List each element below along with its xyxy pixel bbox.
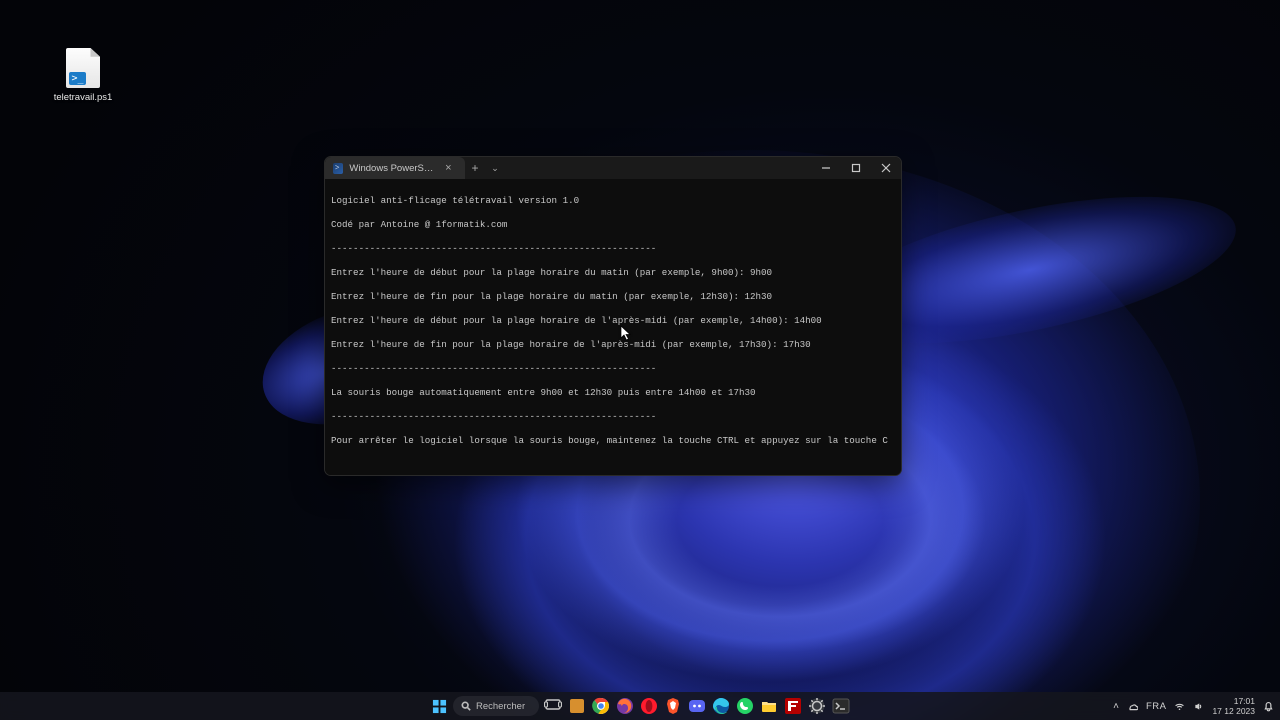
taskbar-app-opera[interactable] [639,696,659,716]
tray-language[interactable]: FRA [1146,701,1167,712]
taskbar-app-whatsapp[interactable] [735,696,755,716]
terminal-output[interactable]: Logiciel anti-flicage télétravail versio… [325,179,901,475]
fences-icon [568,697,586,715]
terminal-line: Pour arrêter le logiciel lorsque la sour… [331,435,895,447]
desktop-icon-script[interactable]: >_ teletravail.ps1 [48,48,118,103]
taskbar-app-edge[interactable] [711,696,731,716]
chrome-icon [592,697,610,715]
volume-icon[interactable] [1193,701,1204,712]
tray-date: 17 12 2023 [1212,706,1255,716]
taskbar-app-chrome[interactable] [591,696,611,716]
tray-chevron-up-icon[interactable]: ˄ [1113,701,1119,712]
taskbar-app-explorer[interactable] [759,696,779,716]
terminal-line: Entrez l'heure de début pour la plage ho… [331,267,895,279]
edge-icon [712,697,730,715]
window-minimize-button[interactable] [811,157,841,179]
ps1-file-icon: >_ [66,48,100,88]
taskbar-app-filezilla[interactable] [783,696,803,716]
taskbar-app-fences[interactable] [567,696,587,716]
window-titlebar[interactable]: Windows PowerShell × + ⌄ [325,157,901,179]
taskbar-app-brave[interactable] [663,696,683,716]
file-explorer-icon [760,697,778,715]
discord-icon [688,697,706,715]
system-tray: ˄ FRA 17:01 17 12 2023 [1113,692,1274,720]
terminal-window[interactable]: Windows PowerShell × + ⌄ Logiciel anti-f… [324,156,902,476]
filezilla-icon [784,697,802,715]
window-close-button[interactable] [871,157,901,179]
gear-icon [808,697,826,715]
terminal-line: ----------------------------------------… [331,243,895,255]
search-placeholder: Rechercher [476,701,525,712]
terminal-line: La souris bouge automatiquement entre 9h… [331,387,895,399]
terminal-tab-powershell[interactable]: Windows PowerShell × [325,157,465,179]
taskbar-app-discord[interactable] [687,696,707,716]
taskbar[interactable]: Rechercher [0,692,1280,720]
taskbar-search[interactable]: Rechercher [453,696,539,716]
terminal-line: Codé par Antoine @ 1formatik.com [331,219,895,231]
terminal-line: Entrez l'heure de fin pour la plage hora… [331,339,895,351]
taskbar-app-settings[interactable] [807,696,827,716]
whatsapp-icon [736,697,754,715]
tab-dropdown-button[interactable]: ⌄ [485,157,505,179]
firefox-icon [616,697,634,715]
tray-time: 17:01 [1212,696,1255,706]
terminal-line: Entrez l'heure de fin pour la plage hora… [331,291,895,303]
tab-close-button[interactable]: × [442,163,455,174]
tab-label: Windows PowerShell [349,163,433,174]
windows-logo-icon [432,699,447,714]
terminal-line: ----------------------------------------… [331,363,895,375]
notifications-icon[interactable] [1263,701,1274,712]
terminal-icon [832,697,850,715]
desktop-icon-label: teletravail.ps1 [48,92,118,103]
powershell-icon [333,163,343,174]
search-icon [461,701,471,711]
window-maximize-button[interactable] [841,157,871,179]
taskbar-app-terminal[interactable] [831,696,851,716]
taskbar-app-firefox[interactable] [615,696,635,716]
task-view-button[interactable] [543,696,563,716]
start-button[interactable] [429,696,449,716]
brave-icon [664,697,682,715]
terminal-line: ----------------------------------------… [331,411,895,423]
onedrive-icon[interactable] [1127,701,1138,712]
task-view-icon [544,697,562,715]
new-tab-button[interactable]: + [465,157,485,179]
tray-clock[interactable]: 17:01 17 12 2023 [1212,696,1255,716]
opera-icon [640,697,658,715]
taskbar-center: Rechercher [429,692,851,720]
mouse-cursor-icon [620,325,632,346]
wifi-icon[interactable] [1174,701,1185,712]
terminal-line: Entrez l'heure de début pour la plage ho… [331,315,895,327]
terminal-line: Logiciel anti-flicage télétravail versio… [331,195,895,207]
